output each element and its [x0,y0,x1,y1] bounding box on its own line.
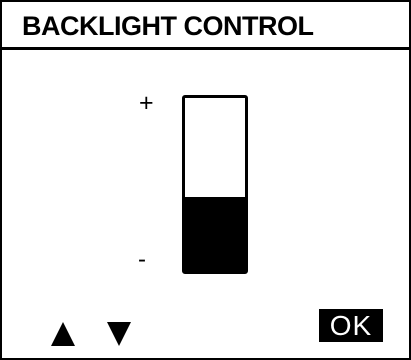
max-level-label: + [139,89,154,117]
title-bar: BACKLIGHT CONTROL [2,2,409,50]
backlight-level-fill [185,196,245,271]
triangle-down-icon [107,322,131,346]
increase-level-button[interactable] [49,320,77,348]
backlight-level-meter [182,95,248,274]
triangle-up-icon [51,322,75,346]
backlight-control-screen: BACKLIGHT CONTROL + - OK [0,0,411,360]
window-title: BACKLIGHT CONTROL [22,11,314,41]
ok-button[interactable]: OK [319,309,383,342]
decrease-level-button[interactable] [105,320,133,348]
min-level-label: - [138,246,146,273]
